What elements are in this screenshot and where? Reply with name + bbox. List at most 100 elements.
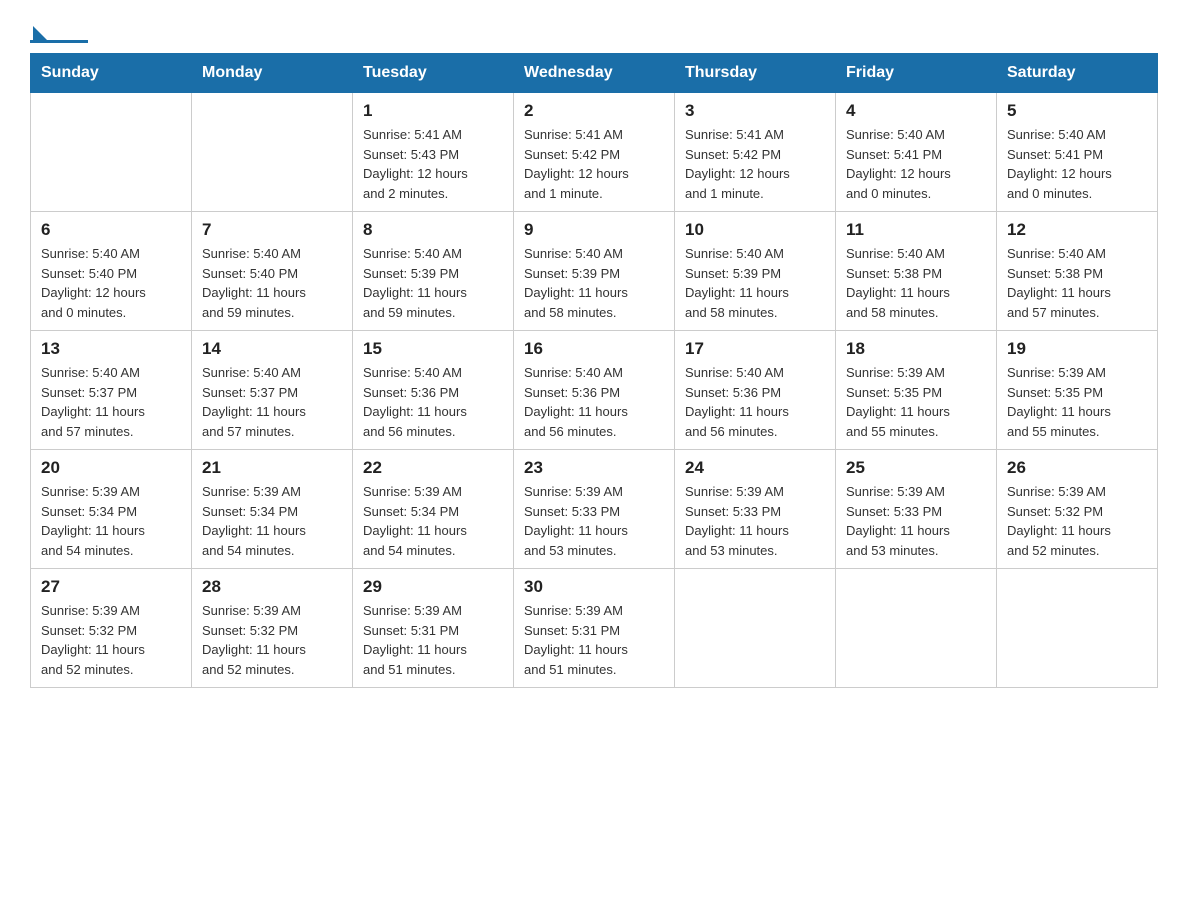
- calendar-cell: 7 Sunrise: 5:40 AMSunset: 5:40 PMDaylight…: [192, 212, 353, 331]
- day-number: 24: [685, 458, 825, 478]
- day-number: 11: [846, 220, 986, 240]
- day-number: 29: [363, 577, 503, 597]
- day-info: Sunrise: 5:40 AMSunset: 5:37 PMDaylight:…: [202, 363, 342, 441]
- calendar-cell: 29 Sunrise: 5:39 AMSunset: 5:31 PMDayligh…: [353, 569, 514, 688]
- calendar-table: SundayMondayTuesdayWednesdayThursdayFrid…: [30, 53, 1158, 688]
- calendar-cell: 4 Sunrise: 5:40 AMSunset: 5:41 PMDaylight…: [836, 93, 997, 212]
- day-number: 26: [1007, 458, 1147, 478]
- calendar-week-row: 27 Sunrise: 5:39 AMSunset: 5:32 PMDayligh…: [31, 569, 1158, 688]
- calendar-week-row: 1 Sunrise: 5:41 AMSunset: 5:43 PMDaylight…: [31, 93, 1158, 212]
- logo: [30, 20, 92, 43]
- calendar-week-row: 13 Sunrise: 5:40 AMSunset: 5:37 PMDayligh…: [31, 331, 1158, 450]
- day-number: 8: [363, 220, 503, 240]
- day-number: 5: [1007, 101, 1147, 121]
- calendar-header-row: SundayMondayTuesdayWednesdayThursdayFrid…: [31, 54, 1158, 93]
- calendar-cell: 23 Sunrise: 5:39 AMSunset: 5:33 PMDayligh…: [514, 450, 675, 569]
- day-info: Sunrise: 5:40 AMSunset: 5:36 PMDaylight:…: [685, 363, 825, 441]
- day-info: Sunrise: 5:41 AMSunset: 5:42 PMDaylight:…: [685, 125, 825, 203]
- day-number: 7: [202, 220, 342, 240]
- day-info: Sunrise: 5:40 AMSunset: 5:39 PMDaylight:…: [685, 244, 825, 322]
- day-number: 6: [41, 220, 181, 240]
- page-header: [30, 20, 1158, 43]
- calendar-cell: 3 Sunrise: 5:41 AMSunset: 5:42 PMDaylight…: [675, 93, 836, 212]
- calendar-cell: [675, 569, 836, 688]
- calendar-cell: 18Sunrise: 5:39 AMSunset: 5:35 PMDayligh…: [836, 331, 997, 450]
- day-number: 4: [846, 101, 986, 121]
- day-info: Sunrise: 5:40 AMSunset: 5:40 PMDaylight:…: [41, 244, 181, 322]
- day-info: Sunrise: 5:39 AMSunset: 5:32 PMDaylight:…: [41, 601, 181, 679]
- day-number: 20: [41, 458, 181, 478]
- calendar-cell: 19Sunrise: 5:39 AMSunset: 5:35 PMDayligh…: [997, 331, 1158, 450]
- day-info: Sunrise: 5:40 AMSunset: 5:37 PMDaylight:…: [41, 363, 181, 441]
- day-number: 19: [1007, 339, 1147, 359]
- day-number: 2: [524, 101, 664, 121]
- calendar-cell: 1 Sunrise: 5:41 AMSunset: 5:43 PMDaylight…: [353, 93, 514, 212]
- calendar-cell: 2 Sunrise: 5:41 AMSunset: 5:42 PMDaylight…: [514, 93, 675, 212]
- day-number: 9: [524, 220, 664, 240]
- day-info: Sunrise: 5:39 AMSunset: 5:34 PMDaylight:…: [202, 482, 342, 560]
- calendar-cell: 6 Sunrise: 5:40 AMSunset: 5:40 PMDaylight…: [31, 212, 192, 331]
- day-number: 13: [41, 339, 181, 359]
- day-info: Sunrise: 5:39 AMSunset: 5:31 PMDaylight:…: [363, 601, 503, 679]
- day-number: 1: [363, 101, 503, 121]
- calendar-cell: 10 Sunrise: 5:40 AMSunset: 5:39 PMDayligh…: [675, 212, 836, 331]
- day-info: Sunrise: 5:40 AMSunset: 5:41 PMDaylight:…: [846, 125, 986, 203]
- day-info: Sunrise: 5:39 AMSunset: 5:33 PMDaylight:…: [524, 482, 664, 560]
- day-number: 10: [685, 220, 825, 240]
- calendar-cell: 12 Sunrise: 5:40 AMSunset: 5:38 PMDayligh…: [997, 212, 1158, 331]
- day-number: 3: [685, 101, 825, 121]
- calendar-cell: 27 Sunrise: 5:39 AMSunset: 5:32 PMDayligh…: [31, 569, 192, 688]
- day-info: Sunrise: 5:40 AMSunset: 5:39 PMDaylight:…: [363, 244, 503, 322]
- day-info: Sunrise: 5:39 AMSunset: 5:31 PMDaylight:…: [524, 601, 664, 679]
- calendar-cell: 22 Sunrise: 5:39 AMSunset: 5:34 PMDayligh…: [353, 450, 514, 569]
- calendar-cell: 5Sunrise: 5:40 AMSunset: 5:41 PMDaylight…: [997, 93, 1158, 212]
- day-number: 30: [524, 577, 664, 597]
- logo-underline: [30, 40, 88, 43]
- day-info: Sunrise: 5:39 AMSunset: 5:34 PMDaylight:…: [363, 482, 503, 560]
- day-info: Sunrise: 5:40 AMSunset: 5:38 PMDaylight:…: [1007, 244, 1147, 322]
- calendar-cell: 26 Sunrise: 5:39 AMSunset: 5:32 PMDayligh…: [997, 450, 1158, 569]
- day-info: Sunrise: 5:41 AMSunset: 5:42 PMDaylight:…: [524, 125, 664, 203]
- calendar-cell: [836, 569, 997, 688]
- calendar-cell: 25Sunrise: 5:39 AMSunset: 5:33 PMDayligh…: [836, 450, 997, 569]
- calendar-cell: 20 Sunrise: 5:39 AMSunset: 5:34 PMDayligh…: [31, 450, 192, 569]
- calendar-cell: 16 Sunrise: 5:40 AMSunset: 5:36 PMDayligh…: [514, 331, 675, 450]
- calendar-cell: 24 Sunrise: 5:39 AMSunset: 5:33 PMDayligh…: [675, 450, 836, 569]
- calendar-header-wednesday: Wednesday: [514, 54, 675, 93]
- calendar-header-thursday: Thursday: [675, 54, 836, 93]
- day-info: Sunrise: 5:40 AMSunset: 5:38 PMDaylight:…: [846, 244, 986, 322]
- day-number: 16: [524, 339, 664, 359]
- day-info: Sunrise: 5:40 AMSunset: 5:39 PMDaylight:…: [524, 244, 664, 322]
- day-number: 18: [846, 339, 986, 359]
- calendar-cell: [31, 93, 192, 212]
- calendar-cell: 17 Sunrise: 5:40 AMSunset: 5:36 PMDayligh…: [675, 331, 836, 450]
- calendar-cell: 8 Sunrise: 5:40 AMSunset: 5:39 PMDaylight…: [353, 212, 514, 331]
- calendar-cell: 13 Sunrise: 5:40 AMSunset: 5:37 PMDayligh…: [31, 331, 192, 450]
- day-info: Sunrise: 5:40 AMSunset: 5:40 PMDaylight:…: [202, 244, 342, 322]
- day-info: Sunrise: 5:40 AMSunset: 5:36 PMDaylight:…: [524, 363, 664, 441]
- day-number: 23: [524, 458, 664, 478]
- calendar-cell: 11 Sunrise: 5:40 AMSunset: 5:38 PMDayligh…: [836, 212, 997, 331]
- day-info: Sunrise: 5:39 AMSunset: 5:33 PMDaylight:…: [685, 482, 825, 560]
- calendar-cell: [192, 93, 353, 212]
- day-info: Sunrise: 5:41 AMSunset: 5:43 PMDaylight:…: [363, 125, 503, 203]
- calendar-cell: 14 Sunrise: 5:40 AMSunset: 5:37 PMDayligh…: [192, 331, 353, 450]
- calendar-cell: 21 Sunrise: 5:39 AMSunset: 5:34 PMDayligh…: [192, 450, 353, 569]
- day-number: 22: [363, 458, 503, 478]
- day-number: 14: [202, 339, 342, 359]
- calendar-cell: 30 Sunrise: 5:39 AMSunset: 5:31 PMDayligh…: [514, 569, 675, 688]
- day-number: 12: [1007, 220, 1147, 240]
- day-number: 15: [363, 339, 503, 359]
- calendar-header-saturday: Saturday: [997, 54, 1158, 93]
- day-number: 27: [41, 577, 181, 597]
- day-number: 21: [202, 458, 342, 478]
- calendar-cell: 9 Sunrise: 5:40 AMSunset: 5:39 PMDaylight…: [514, 212, 675, 331]
- day-info: Sunrise: 5:40 AMSunset: 5:36 PMDaylight:…: [363, 363, 503, 441]
- calendar-cell: 28Sunrise: 5:39 AMSunset: 5:32 PMDayligh…: [192, 569, 353, 688]
- day-number: 28: [202, 577, 342, 597]
- calendar-week-row: 20 Sunrise: 5:39 AMSunset: 5:34 PMDayligh…: [31, 450, 1158, 569]
- calendar-week-row: 6 Sunrise: 5:40 AMSunset: 5:40 PMDaylight…: [31, 212, 1158, 331]
- day-info: Sunrise: 5:39 AMSunset: 5:32 PMDaylight:…: [1007, 482, 1147, 560]
- day-info: Sunrise: 5:39 AMSunset: 5:34 PMDaylight:…: [41, 482, 181, 560]
- day-number: 17: [685, 339, 825, 359]
